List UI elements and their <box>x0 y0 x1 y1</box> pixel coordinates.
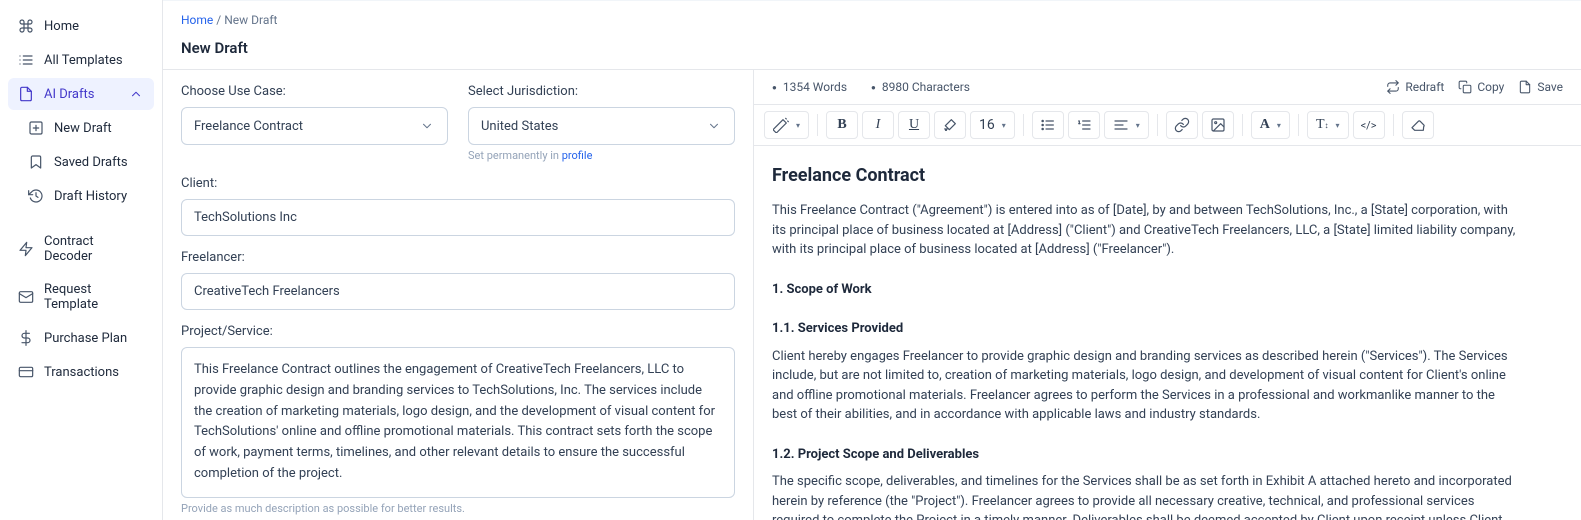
eraser-icon <box>1410 117 1426 133</box>
italic-button[interactable]: I <box>862 111 894 139</box>
sidebar: Home All Templates AI Drafts New Draft S… <box>0 0 163 520</box>
sidebar-item-ai-drafts[interactable]: AI Drafts <box>8 78 154 110</box>
number-list-icon <box>1076 117 1092 133</box>
usecase-label: Choose Use Case: <box>181 84 448 99</box>
doc-p-deliv: The specific scope, deliverables, and ti… <box>772 472 1522 520</box>
mail-icon <box>18 289 34 305</box>
chevron-down-icon <box>419 118 435 134</box>
editor-toolbar: ▾ B I U 16▾ ▾ A▾ T↕▾ </> <box>754 104 1581 146</box>
text-color-button[interactable]: A▾ <box>1251 111 1290 139</box>
sidebar-item-label: Draft History <box>54 189 127 204</box>
doc-p-services: Client hereby engages Freelancer to prov… <box>772 347 1522 425</box>
sidebar-item-label: Home <box>44 19 79 34</box>
eraser-button[interactable] <box>1402 111 1434 139</box>
code-button[interactable]: </> <box>1353 111 1385 139</box>
lightning-icon <box>18 241 34 257</box>
usecase-select[interactable]: Freelance Contract <box>181 107 448 145</box>
sidebar-item-saved-drafts[interactable]: Saved Drafts <box>8 146 154 178</box>
card-icon <box>18 364 34 380</box>
doc-intro: This Freelance Contract ("Agreement") is… <box>772 201 1522 260</box>
save-icon <box>1518 80 1532 94</box>
main: Home / New Draft New Draft Choose Use Ca… <box>163 0 1581 520</box>
page-title: New Draft <box>163 33 1581 69</box>
bold-button[interactable]: B <box>826 111 858 139</box>
list-icon <box>18 52 34 68</box>
copy-button[interactable]: Copy <box>1458 80 1504 94</box>
sidebar-item-label: Contract Decoder <box>44 234 144 264</box>
doc-title: Freelance Contract <box>772 162 1522 189</box>
highlight-button[interactable] <box>934 111 966 139</box>
sidebar-item-templates[interactable]: All Templates <box>8 44 154 76</box>
plus-square-icon <box>28 120 44 136</box>
text-style-button[interactable]: T↕▾ <box>1307 111 1349 139</box>
redraft-button[interactable]: Redraft <box>1386 80 1444 94</box>
doc-h-deliv: 1.2. Project Scope and Deliverables <box>772 445 1522 465</box>
jurisdiction-label: Select Jurisdiction: <box>468 84 735 99</box>
font-size-select[interactable]: 16▾ <box>970 111 1015 139</box>
history-icon <box>28 188 44 204</box>
sidebar-item-new-draft[interactable]: New Draft <box>8 112 154 144</box>
chevron-down-icon <box>706 118 722 134</box>
breadcrumb-current: New Draft <box>224 13 277 27</box>
sidebar-item-label: Transactions <box>44 365 119 380</box>
jurisdiction-select[interactable]: United States <box>468 107 735 145</box>
number-list-button[interactable] <box>1068 111 1100 139</box>
sidebar-item-request-template[interactable]: Request Template <box>8 274 154 320</box>
sidebar-item-transactions[interactable]: Transactions <box>8 356 154 388</box>
image-button[interactable] <box>1202 111 1234 139</box>
wand-icon <box>773 117 789 133</box>
sidebar-item-label: Purchase Plan <box>44 331 127 346</box>
preview-panel: 1354 Words 8980 Characters Redraft Copy … <box>753 70 1581 520</box>
bullet-list-button[interactable] <box>1032 111 1064 139</box>
copy-icon <box>1458 80 1472 94</box>
dollar-icon <box>18 330 34 346</box>
client-input[interactable] <box>181 199 735 236</box>
project-hint: Provide as much description as possible … <box>181 502 735 515</box>
freelancer-input[interactable] <box>181 273 735 310</box>
doc-h-services: 1.1. Services Provided <box>772 319 1522 339</box>
bookmark-icon <box>28 154 44 170</box>
document-scroll[interactable]: Freelance Contract This Freelance Contra… <box>754 146 1581 520</box>
link-button[interactable] <box>1166 111 1198 139</box>
breadcrumb: Home / New Draft <box>163 1 1581 33</box>
project-textarea[interactable]: This Freelance Contract outlines the eng… <box>181 347 735 498</box>
sidebar-item-label: Saved Drafts <box>54 155 128 170</box>
sidebar-item-contract-decoder[interactable]: Contract Decoder <box>8 226 154 272</box>
chevron-up-icon <box>128 86 144 102</box>
document-content[interactable]: Freelance Contract This Freelance Contra… <box>772 162 1522 520</box>
align-icon <box>1113 117 1129 133</box>
save-button[interactable]: Save <box>1518 80 1563 94</box>
word-count: 1354 Words <box>772 80 847 94</box>
sidebar-item-label: Request Template <box>44 282 144 312</box>
link-icon <box>1174 117 1190 133</box>
sidebar-item-draft-history[interactable]: Draft History <box>8 180 154 212</box>
sidebar-item-purchase-plan[interactable]: Purchase Plan <box>8 322 154 354</box>
image-icon <box>1210 117 1226 133</box>
sidebar-item-label: All Templates <box>44 53 123 68</box>
freelancer-label: Freelancer: <box>181 250 735 265</box>
client-label: Client: <box>181 176 735 191</box>
jurisdiction-hint: Set permanently in profile <box>468 149 735 162</box>
project-label: Project/Service: <box>181 324 735 339</box>
document-icon <box>18 86 34 102</box>
profile-link[interactable]: profile <box>562 149 593 162</box>
sidebar-item-home[interactable]: Home <box>8 10 154 42</box>
bullet-list-icon <box>1040 117 1056 133</box>
form-panel: Choose Use Case: Freelance Contract Sele… <box>163 70 753 520</box>
sidebar-item-label: AI Drafts <box>44 87 94 102</box>
doc-h-scope: 1. Scope of Work <box>772 280 1522 300</box>
align-button[interactable]: ▾ <box>1104 111 1149 139</box>
underline-button[interactable]: U <box>898 111 930 139</box>
command-icon <box>18 18 34 34</box>
refresh-icon <box>1386 80 1400 94</box>
magic-button[interactable]: ▾ <box>764 111 809 139</box>
sidebar-item-label: New Draft <box>54 121 112 136</box>
highlight-icon <box>942 117 958 133</box>
char-count: 8980 Characters <box>871 80 970 94</box>
breadcrumb-home[interactable]: Home <box>181 13 213 27</box>
